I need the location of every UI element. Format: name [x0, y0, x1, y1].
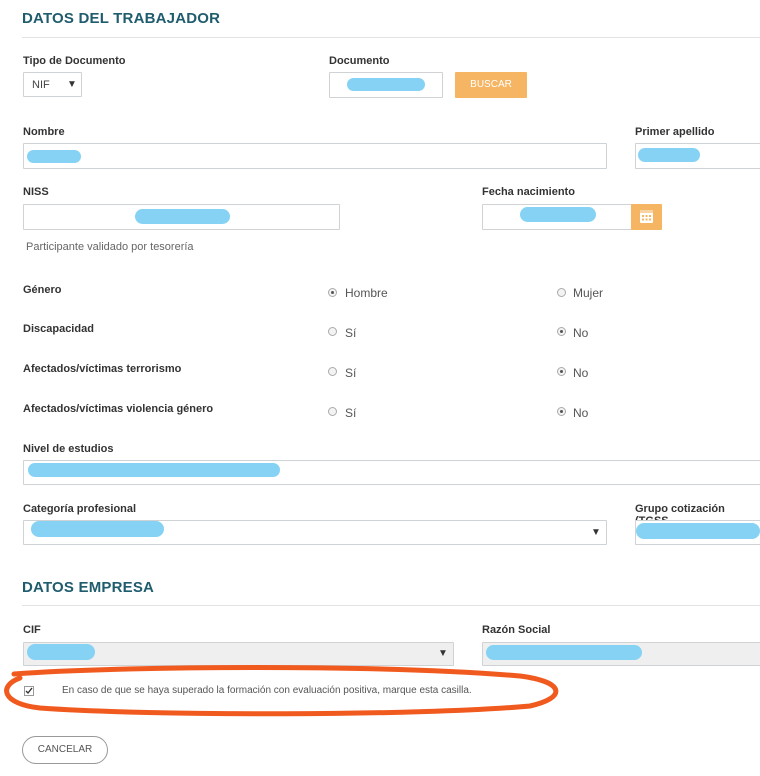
chevron-down-icon: ▼ [591, 527, 601, 538]
radio-discapacidad-no[interactable] [557, 327, 566, 336]
radio-terrorismo-no[interactable] [557, 367, 566, 376]
primer-apellido-label: Primer apellido [635, 126, 715, 138]
redaction-mark [27, 644, 95, 660]
option-no: No [573, 326, 589, 340]
calendar-icon [640, 210, 653, 223]
nivel-estudios-label: Nivel de estudios [23, 443, 114, 455]
validated-note: Participante validado por tesorería [26, 241, 194, 253]
option-no: No [573, 406, 589, 420]
niss-label: NISS [23, 186, 49, 198]
redaction-mark [31, 521, 164, 537]
section-divider [22, 605, 760, 606]
nombre-label: Nombre [23, 126, 65, 138]
cancel-button[interactable]: CANCELAR [22, 736, 108, 764]
option-si: Sí [345, 366, 357, 380]
redaction-mark [28, 463, 280, 477]
nombre-input[interactable] [23, 143, 607, 169]
redaction-mark [486, 645, 642, 660]
option-no: No [573, 366, 589, 380]
redaction-mark [135, 209, 230, 224]
fecha-label: Fecha nacimiento [482, 186, 575, 198]
option-hombre: Hombre [345, 286, 388, 300]
doc-type-label: Tipo de Documento [23, 55, 126, 67]
radio-violencia-no[interactable] [557, 407, 566, 416]
radio-hombre[interactable] [328, 288, 337, 297]
radio-discapacidad-si[interactable] [328, 327, 337, 336]
radio-terrorismo-si[interactable] [328, 367, 337, 376]
annotation-ellipse [4, 665, 559, 717]
radio-violencia-si[interactable] [328, 407, 337, 416]
violencia-label: Afectados/víctimas violencia género [23, 403, 214, 415]
document-label: Documento [329, 55, 390, 67]
search-button[interactable]: BUSCAR [455, 72, 527, 98]
terrorismo-label: Afectados/víctimas terrorismo [23, 363, 182, 375]
worker-section-title: DATOS DEL TRABAJADOR [22, 10, 221, 27]
doc-type-select[interactable]: NIF ▼ [23, 72, 82, 97]
redaction-mark [347, 78, 425, 91]
calendar-button[interactable] [631, 204, 662, 230]
chevron-down-icon: ▼ [438, 648, 448, 659]
cif-label: CIF [23, 624, 41, 636]
option-si: Sí [345, 406, 357, 420]
option-si: Sí [345, 326, 357, 340]
genero-label: Género [23, 284, 62, 296]
doc-type-value: NIF [32, 79, 50, 91]
redaction-mark [638, 148, 700, 162]
razon-social-label: Razón Social [482, 624, 551, 636]
section-divider [22, 37, 760, 38]
company-section-title: DATOS EMPRESA [22, 579, 155, 596]
option-mujer: Mujer [573, 286, 604, 300]
categoria-label: Categoría profesional [23, 503, 137, 515]
radio-mujer[interactable] [557, 288, 566, 297]
redaction-mark [27, 150, 81, 163]
chevron-down-icon: ▼ [67, 79, 77, 90]
discapacidad-label: Discapacidad [23, 323, 94, 335]
redaction-mark [636, 523, 760, 539]
redaction-mark [520, 207, 596, 222]
